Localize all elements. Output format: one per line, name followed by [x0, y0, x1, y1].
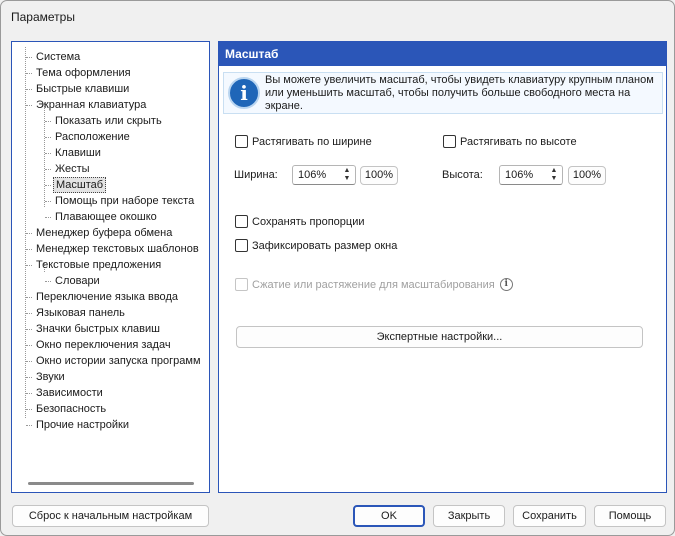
tree-item[interactable]: Менеджер текстовых шаблонов: [34, 241, 201, 257]
tree-connector-line: [26, 377, 32, 378]
tree-item[interactable]: Переключение языка ввода: [34, 289, 180, 305]
stretch-height-label: Растягивать по высоте: [460, 135, 577, 148]
tree-connector-line: [26, 393, 32, 394]
tree-item[interactable]: Словари: [53, 273, 102, 289]
tree-item[interactable]: Быстрые клавиши: [34, 81, 131, 97]
tree-item[interactable]: Помощь при наборе текста: [53, 193, 196, 209]
reset-defaults-button[interactable]: Сброс к начальным настройкам: [12, 505, 209, 527]
tree-connector-line: [26, 73, 32, 74]
tree-item[interactable]: Звуки: [34, 369, 67, 385]
checkbox-box[interactable]: [443, 135, 456, 148]
tree-connector-line: [26, 329, 32, 330]
tree-item[interactable]: Расположение: [53, 129, 132, 145]
info-circle-icon[interactable]: i: [499, 278, 513, 291]
tree-connector-line: [45, 217, 51, 218]
info-icon: i: [228, 77, 260, 109]
fix-window-size-checkbox[interactable]: Зафиксировать размер окна: [235, 239, 397, 252]
tree-item[interactable]: Зависимости: [34, 385, 105, 401]
tree-content: Система Тема оформления Быстрые клавиши Экр…: [12, 42, 209, 474]
tree-connector-line: [44, 103, 45, 207]
keep-proportions-label: Сохранять пропорции: [252, 215, 365, 228]
tree-connector-line: [26, 265, 32, 266]
help-button[interactable]: Помощь: [594, 505, 666, 527]
tree-connector-line: [26, 105, 32, 106]
height-spinbox[interactable]: 106% ▲ ▼: [499, 165, 563, 185]
tree-connector-line: [26, 409, 32, 410]
tree-item[interactable]: Жесты: [53, 161, 92, 177]
checkbox-box[interactable]: [235, 215, 248, 228]
compress-stretch-checkbox[interactable]: Сжатие или растяжение для масштабировани…: [235, 278, 513, 291]
tree-item[interactable]: Окно переключения задач: [34, 337, 173, 353]
tree-connector-line: [26, 249, 32, 250]
tree-item[interactable]: Прочие настройки: [34, 417, 131, 433]
tree-connector-line: [26, 57, 32, 58]
tree-item[interactable]: Показать или скрыть: [53, 113, 164, 129]
tree-connector-line: [26, 425, 32, 426]
tree-item[interactable]: Языковая панель: [34, 305, 127, 321]
tree-connector-line: [45, 137, 51, 138]
checkbox-box[interactable]: [235, 278, 248, 291]
spin-up-icon[interactable]: ▲: [548, 167, 560, 175]
tree-connector-line: [26, 89, 32, 90]
height-label: Высота:: [442, 169, 483, 181]
panel-title: Масштаб: [219, 42, 666, 66]
ok-button[interactable]: OK: [353, 505, 425, 527]
width-label: Ширина:: [234, 169, 278, 181]
tree-connector-line: [45, 185, 51, 186]
save-button[interactable]: Сохранить: [513, 505, 586, 527]
height-reset-button[interactable]: 100%: [568, 166, 606, 185]
tree-item[interactable]: Тема оформления: [34, 65, 133, 81]
tree-connector-line: [45, 201, 51, 202]
stretch-width-label: Растягивать по ширине: [252, 135, 372, 148]
scale-settings-panel: Масштаб i Вы можете увеличить масштаб, ч…: [218, 41, 667, 493]
tree-connector-line: [26, 345, 32, 346]
spin-up-icon[interactable]: ▲: [341, 167, 353, 175]
tree-item[interactable]: Безопасность: [34, 401, 108, 417]
spin-down-icon[interactable]: ▼: [548, 175, 560, 183]
checkbox-box[interactable]: [235, 239, 248, 252]
tree-item[interactable]: Окно истории запуска программ: [34, 353, 203, 369]
fix-window-size-label: Зафиксировать размер окна: [252, 239, 398, 252]
tree-item[interactable]: Менеджер буфера обмена: [34, 225, 174, 241]
keep-proportions-checkbox[interactable]: Сохранять пропорции: [235, 215, 365, 228]
settings-window: Параметры Система Тема оформления Быстрые …: [0, 0, 675, 536]
checkbox-box[interactable]: [235, 135, 248, 148]
tree-item[interactable]: Экранная клавиатура: [34, 97, 148, 113]
tree-connector-line: [26, 297, 32, 298]
tree-connector-line: [45, 281, 51, 282]
compress-stretch-label: Сжатие или растяжение для масштабировани…: [252, 278, 495, 291]
tree-item[interactable]: Значки быстрых клавиш: [34, 321, 162, 337]
tree-item[interactable]: Система: [34, 49, 82, 65]
info-box: i Вы можете увеличить масштаб, чтобы уви…: [223, 72, 663, 114]
stretch-width-checkbox[interactable]: Растягивать по ширине: [235, 135, 372, 148]
settings-tree[interactable]: Система Тема оформления Быстрые клавиши Экр…: [11, 41, 210, 493]
height-value[interactable]: 106%: [505, 169, 533, 181]
width-value[interactable]: 106%: [298, 169, 326, 181]
tree-item[interactable]: Плавающее окошко: [53, 209, 159, 225]
window-title: Параметры: [11, 10, 75, 24]
close-button[interactable]: Закрыть: [433, 505, 505, 527]
width-spinbox[interactable]: 106% ▲ ▼: [292, 165, 356, 185]
tree-connector-line: [45, 153, 51, 154]
tree-connector-line: [26, 233, 32, 234]
info-text: Вы можете увеличить масштаб, чтобы увиде…: [265, 74, 654, 112]
stretch-height-checkbox[interactable]: Растягивать по высоте: [443, 135, 577, 148]
width-reset-button[interactable]: 100%: [360, 166, 398, 185]
tree-horizontal-scrollbar[interactable]: [28, 482, 194, 485]
tree-item[interactable]: Масштаб: [53, 177, 107, 193]
tree-connector-line: [26, 313, 32, 314]
tree-connector-line: [45, 169, 51, 170]
tree-item[interactable]: Текстовые предложения: [34, 257, 163, 273]
tree-item[interactable]: Клавиши: [53, 145, 103, 161]
tree-connector-line: [26, 361, 32, 362]
expert-settings-button[interactable]: Экспертные настройки...: [236, 326, 643, 348]
spin-down-icon[interactable]: ▼: [341, 175, 353, 183]
tree-connector-line: [45, 121, 51, 122]
